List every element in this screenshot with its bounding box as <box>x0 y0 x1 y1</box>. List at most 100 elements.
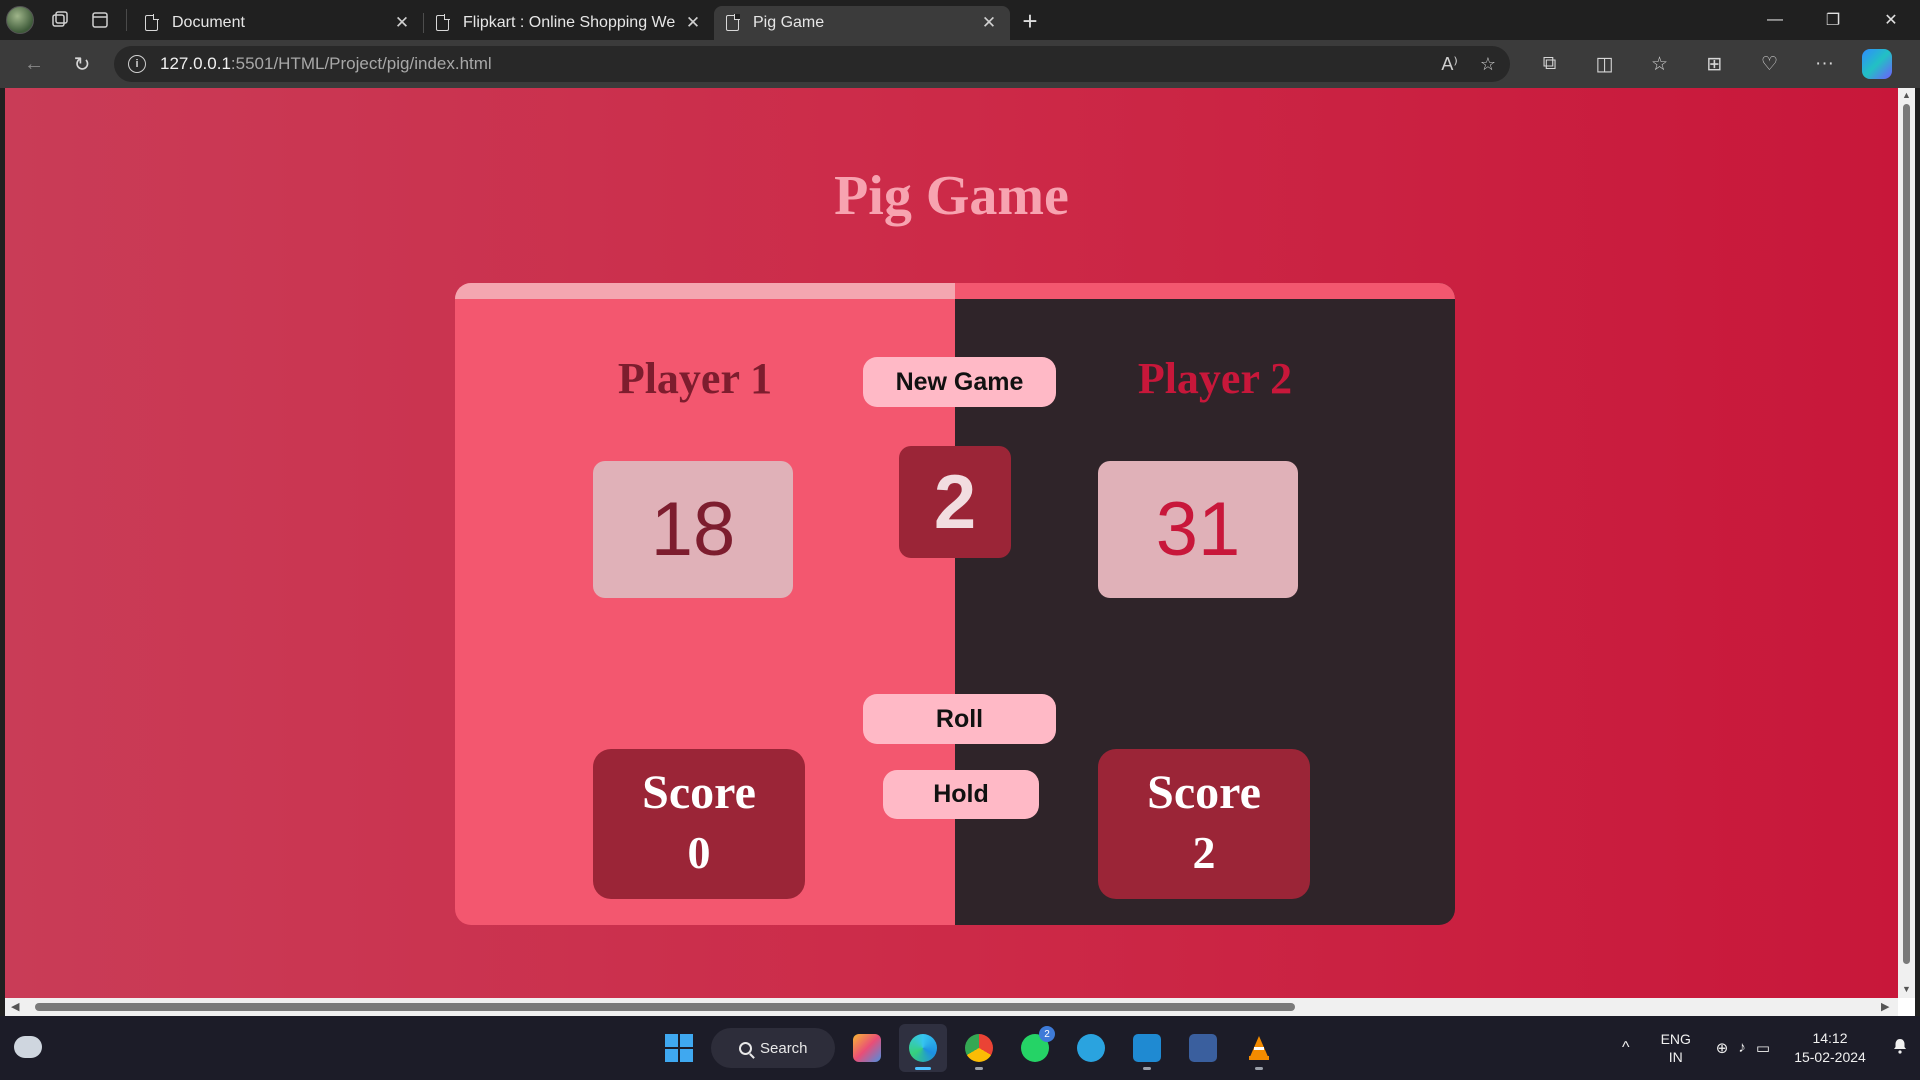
search-icon <box>739 1041 752 1055</box>
collections-icon[interactable]: ⊞ <box>1687 44 1742 84</box>
scroll-left-arrow-icon[interactable]: ◀ <box>11 1000 19 1013</box>
vertical-scrollbar[interactable]: ▲ ▼ <box>1898 88 1915 998</box>
running-indicator <box>975 1067 983 1070</box>
close-window-button[interactable]: ✕ <box>1862 0 1920 40</box>
copilot-preview-app[interactable] <box>843 1024 891 1072</box>
whatsapp-app[interactable]: 2 <box>1011 1024 1059 1072</box>
page-icon <box>145 14 159 31</box>
language-code: ENG <box>1660 1031 1691 1047</box>
extensions-icon[interactable]: ⧉ <box>1522 44 1577 84</box>
address-bar-actions: A⁾ ☆ <box>1441 54 1496 75</box>
page-icon <box>436 14 450 31</box>
quick-settings[interactable]: ⊕ ♪ ▭ <box>1716 1039 1770 1057</box>
favorite-star-icon[interactable]: ☆ <box>1480 54 1496 75</box>
player1-score-box: Score 0 <box>593 749 805 899</box>
score-label: Score <box>1147 766 1261 819</box>
close-tab-icon[interactable]: ✕ <box>684 13 702 33</box>
read-aloud-icon[interactable]: A⁾ <box>1441 54 1457 75</box>
back-button[interactable]: ← <box>10 44 58 84</box>
player1-total-score: 0 <box>687 827 711 878</box>
tab-title: Flipkart : Online Shopping Websi <box>463 14 676 31</box>
show-hidden-icons-chevron-icon[interactable]: ^ <box>1606 1039 1646 1057</box>
tab-title: Pig Game <box>753 14 825 31</box>
close-tab-icon[interactable]: ✕ <box>393 13 411 33</box>
horizontal-scroll-thumb[interactable] <box>35 1003 1295 1011</box>
profile-button[interactable] <box>0 0 40 40</box>
notification-badge: 2 <box>1039 1026 1055 1042</box>
weather-icon[interactable] <box>14 1036 42 1058</box>
chrome-app[interactable] <box>955 1024 1003 1072</box>
roll-button[interactable]: Roll <box>863 694 1056 744</box>
favorites-icon[interactable]: ☆ <box>1632 44 1687 84</box>
tab-title: Document <box>172 14 245 31</box>
chrome-icon <box>965 1034 993 1062</box>
tab-pig-game[interactable]: Pig Game ✕ <box>714 6 1010 40</box>
refresh-button[interactable]: ↻ <box>58 44 106 84</box>
copilot-icon[interactable] <box>1862 49 1892 79</box>
browser-toolbar: ← ↻ i 127.0.0.1:5501/HTML/Project/pig/in… <box>0 40 1920 88</box>
input-language[interactable]: ENG IN <box>1646 1030 1706 1066</box>
vscode-app[interactable] <box>1123 1024 1171 1072</box>
url-host: 127.0.0.1 <box>160 54 231 73</box>
telegram-app[interactable] <box>1067 1024 1115 1072</box>
restore-button[interactable]: ❐ <box>1804 0 1862 40</box>
notifications-bell-icon[interactable] <box>1880 1038 1920 1059</box>
player1-active-bar <box>455 283 955 299</box>
network-icon: ⊕ <box>1715 1040 1729 1057</box>
snipping-tool-icon <box>1189 1034 1217 1062</box>
telegram-icon <box>1077 1034 1105 1062</box>
volume-icon: ♪ <box>1738 1039 1746 1056</box>
player2-top-bar <box>955 283 1455 299</box>
new-tab-button[interactable]: + <box>1010 6 1050 37</box>
pig-game-page: Pig Game Player 1 Player 2 New Game 18 2… <box>5 88 1898 998</box>
scroll-right-arrow-icon[interactable]: ▶ <box>1881 1000 1889 1013</box>
tab-flipkart[interactable]: Flipkart : Online Shopping Websi ✕ <box>424 6 714 40</box>
site-info-icon[interactable]: i <box>128 55 146 73</box>
region-code: IN <box>1668 1049 1683 1065</box>
dice-value: 2 <box>899 446 1011 558</box>
address-bar[interactable]: i 127.0.0.1:5501/HTML/Project/pig/index.… <box>114 46 1510 82</box>
scroll-down-arrow-icon[interactable]: ▼ <box>1902 984 1911 994</box>
system-tray: ^ ENG IN ⊕ ♪ ▭ 14:12 15-02-2024 <box>1606 1016 1920 1080</box>
copilot-app-icon <box>853 1034 881 1062</box>
browser-viewport: Pig Game Player 1 Player 2 New Game 18 2… <box>5 88 1915 1016</box>
start-button[interactable] <box>655 1024 703 1072</box>
vscode-icon <box>1133 1034 1161 1062</box>
clock-date: 15-02-2024 <box>1794 1049 1866 1065</box>
tab-strip-divider <box>126 9 127 31</box>
search-label: Search <box>760 1039 808 1057</box>
scroll-up-arrow-icon[interactable]: ▲ <box>1902 90 1911 100</box>
minimize-button[interactable]: — <box>1746 0 1804 40</box>
windows-logo-icon <box>665 1034 693 1062</box>
score-label: Score <box>642 766 756 819</box>
player2-current-score: 31 <box>1098 461 1298 598</box>
more-menu-icon[interactable]: ··· <box>1797 44 1852 84</box>
running-indicator <box>915 1067 931 1070</box>
tab-actions-icon[interactable] <box>80 0 120 40</box>
page-title: Pig Game <box>834 165 1069 227</box>
player2-score-box: Score 2 <box>1098 749 1310 899</box>
vertical-scroll-thumb[interactable] <box>1903 104 1910 964</box>
workspaces-icon[interactable] <box>40 0 80 40</box>
tab-document[interactable]: Document ✕ <box>133 6 423 40</box>
hold-button[interactable]: Hold <box>883 770 1039 819</box>
game-board: Player 1 Player 2 New Game 18 2 31 Roll … <box>455 283 1455 925</box>
url-path: :5501/HTML/Project/pig/index.html <box>230 54 492 73</box>
edge-app[interactable] <box>899 1024 947 1072</box>
page-icon <box>726 14 740 31</box>
new-game-button[interactable]: New Game <box>863 357 1056 407</box>
running-indicator <box>1143 1067 1151 1070</box>
vlc-app[interactable] <box>1235 1024 1283 1072</box>
taskbar-apps: Search 2 <box>655 1024 1283 1072</box>
profile-avatar <box>6 6 34 34</box>
close-tab-icon[interactable]: ✕ <box>980 13 998 33</box>
horizontal-scrollbar[interactable]: ◀ ▶ <box>5 998 1898 1016</box>
window-controls: — ❐ ✕ <box>1746 0 1920 40</box>
split-screen-icon[interactable]: ◫ <box>1577 44 1632 84</box>
clock[interactable]: 14:12 15-02-2024 <box>1780 1029 1880 1067</box>
edge-icon <box>909 1034 937 1062</box>
taskbar-search[interactable]: Search <box>711 1028 835 1068</box>
vlc-icon <box>1249 1036 1269 1060</box>
browser-essentials-icon[interactable]: ♡ <box>1742 44 1797 84</box>
snipping-tool-app[interactable] <box>1179 1024 1227 1072</box>
